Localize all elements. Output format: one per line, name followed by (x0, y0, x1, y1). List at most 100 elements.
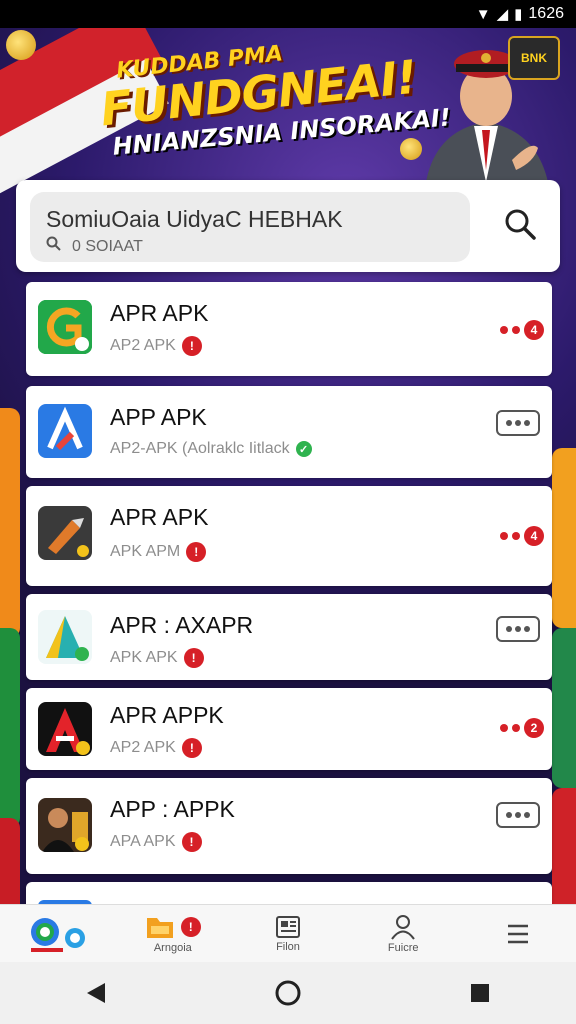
nav-badge: ! (180, 916, 201, 937)
nav-news[interactable]: Filon (230, 905, 345, 962)
app-subtitle: APA APK (110, 833, 176, 850)
app-subtitle: APK APM (110, 543, 181, 560)
more-options-button[interactable] (496, 802, 540, 828)
search-card: SomiuOaia UidyaC HEBHAK 0 SOIAAT (16, 180, 560, 272)
app-name: APR : AXAPR (110, 612, 254, 638)
bottom-navigation: ! Arngoia Filon Fuicre (0, 904, 576, 962)
decoration (524, 812, 530, 818)
app-name: APP APK (110, 404, 207, 430)
decoration (515, 812, 521, 818)
app-subtitle-row: AP2 APK ! (110, 336, 202, 356)
search-subtitle-row: 0 SOIAAT (46, 236, 143, 257)
dot (500, 724, 508, 732)
dot (512, 724, 520, 732)
news-icon (276, 915, 300, 938)
list-item[interactable]: APP : APPK APA APK ! (26, 778, 552, 874)
alert-badge: ! (183, 648, 204, 668)
app-icon (38, 300, 92, 354)
more-options-button[interactable] (496, 616, 540, 642)
notification-count: 4 (524, 526, 544, 546)
app-name: APR APK (110, 300, 209, 326)
signal-icon: ▼ (475, 5, 491, 23)
app-subtitle: AP2 APK (110, 337, 176, 354)
app-name: APR APPK (110, 702, 224, 728)
folder-icon (146, 917, 173, 938)
list-item[interactable]: APR APK AP2 APK ! 4 (26, 282, 552, 376)
decoration: ! (145, 914, 201, 940)
app-icon (38, 506, 92, 560)
magnifier-icon (505, 209, 536, 240)
list-item[interactable]: APR APK APK APM ! 4 (26, 486, 552, 586)
decoration (515, 420, 521, 426)
nav-label: Filon (276, 940, 300, 953)
notification-count: 2 (524, 718, 544, 738)
wifi-icon: ◢ (496, 6, 509, 23)
decoration (0, 818, 20, 908)
app-subtitle-row: AP2-APK (Aolraklc Iitlack ✓ (110, 440, 312, 458)
decoration (515, 626, 521, 632)
alert-badge: ! (181, 336, 202, 356)
app-logo-icon (30, 917, 85, 952)
decoration (506, 420, 512, 426)
list-item[interactable]: APR APPK AP2 APK ! 2 (26, 688, 552, 770)
nav-label: Arngoia (153, 941, 192, 954)
more-options-button[interactable] (496, 410, 540, 436)
decoration (506, 812, 512, 818)
search-button[interactable] (500, 204, 540, 244)
nav-apps[interactable]: ! Arngoia (115, 905, 230, 962)
app-icon (38, 798, 92, 852)
menu-icon (508, 924, 529, 943)
app-icon (38, 404, 92, 458)
coin-icon (6, 30, 36, 60)
back-triangle-icon (87, 983, 105, 1003)
decoration (0, 408, 20, 638)
decoration (524, 420, 530, 426)
recents-button[interactable] (460, 973, 500, 1013)
search-title: SomiuOaia UidyaC HEBHAK (46, 206, 343, 232)
nav-menu[interactable] (461, 905, 576, 962)
app-subtitle: AP2-APK (Aolraklc Iitlack (110, 440, 290, 457)
dot (512, 532, 520, 540)
notification-dots[interactable]: 4 (500, 526, 544, 546)
list-item[interactable]: APR : AXAPR APK APK ! (26, 594, 552, 680)
app-name: APR APK (110, 504, 209, 530)
back-button[interactable] (76, 973, 116, 1013)
decoration (0, 628, 20, 828)
search-subtitle: 0 SOIAAT (72, 237, 143, 255)
app-subtitle-row: APA APK ! (110, 832, 202, 852)
app-icon (38, 702, 92, 756)
recents-square-icon (471, 984, 489, 1002)
battery-icon: ▮ (514, 6, 523, 23)
dot (500, 532, 508, 540)
dot (512, 326, 520, 334)
search-input[interactable]: SomiuOaia UidyaC HEBHAK 0 SOIAAT (30, 192, 470, 262)
home-circle-icon (275, 980, 301, 1006)
app-icon (38, 610, 92, 664)
system-navigation-bar (0, 962, 576, 1024)
verified-icon: ✓ (295, 441, 312, 457)
decoration (552, 788, 576, 908)
decoration (552, 448, 576, 628)
clock: 1626 (528, 5, 564, 22)
list-item[interactable]: APP APK AP2-APK (Aolraklc Iitlack ✓ (26, 386, 552, 478)
alert-badge: ! (186, 542, 207, 562)
notification-dots[interactable]: 2 (500, 718, 544, 738)
app-subtitle: APK APK (110, 649, 178, 666)
decoration (506, 626, 512, 632)
app-subtitle-row: AP2 APK ! (110, 738, 202, 758)
app-subtitle-row: APK APM ! (110, 542, 207, 562)
decoration (552, 628, 576, 788)
app-name: APP : APPK (110, 796, 235, 822)
app-subtitle-row: APK APK ! (110, 648, 204, 668)
nav-home[interactable] (0, 905, 115, 962)
person-icon (391, 914, 416, 940)
alert-badge: ! (181, 832, 202, 852)
decoration (524, 626, 530, 632)
notification-dots[interactable]: 4 (500, 320, 544, 340)
home-button[interactable] (268, 973, 308, 1013)
alert-badge: ! (181, 738, 202, 758)
notification-count: 4 (524, 320, 544, 340)
banner-badge: BNK (508, 36, 560, 80)
app-subtitle: AP2 APK (110, 739, 176, 756)
nav-profile[interactable]: Fuicre (346, 905, 461, 962)
